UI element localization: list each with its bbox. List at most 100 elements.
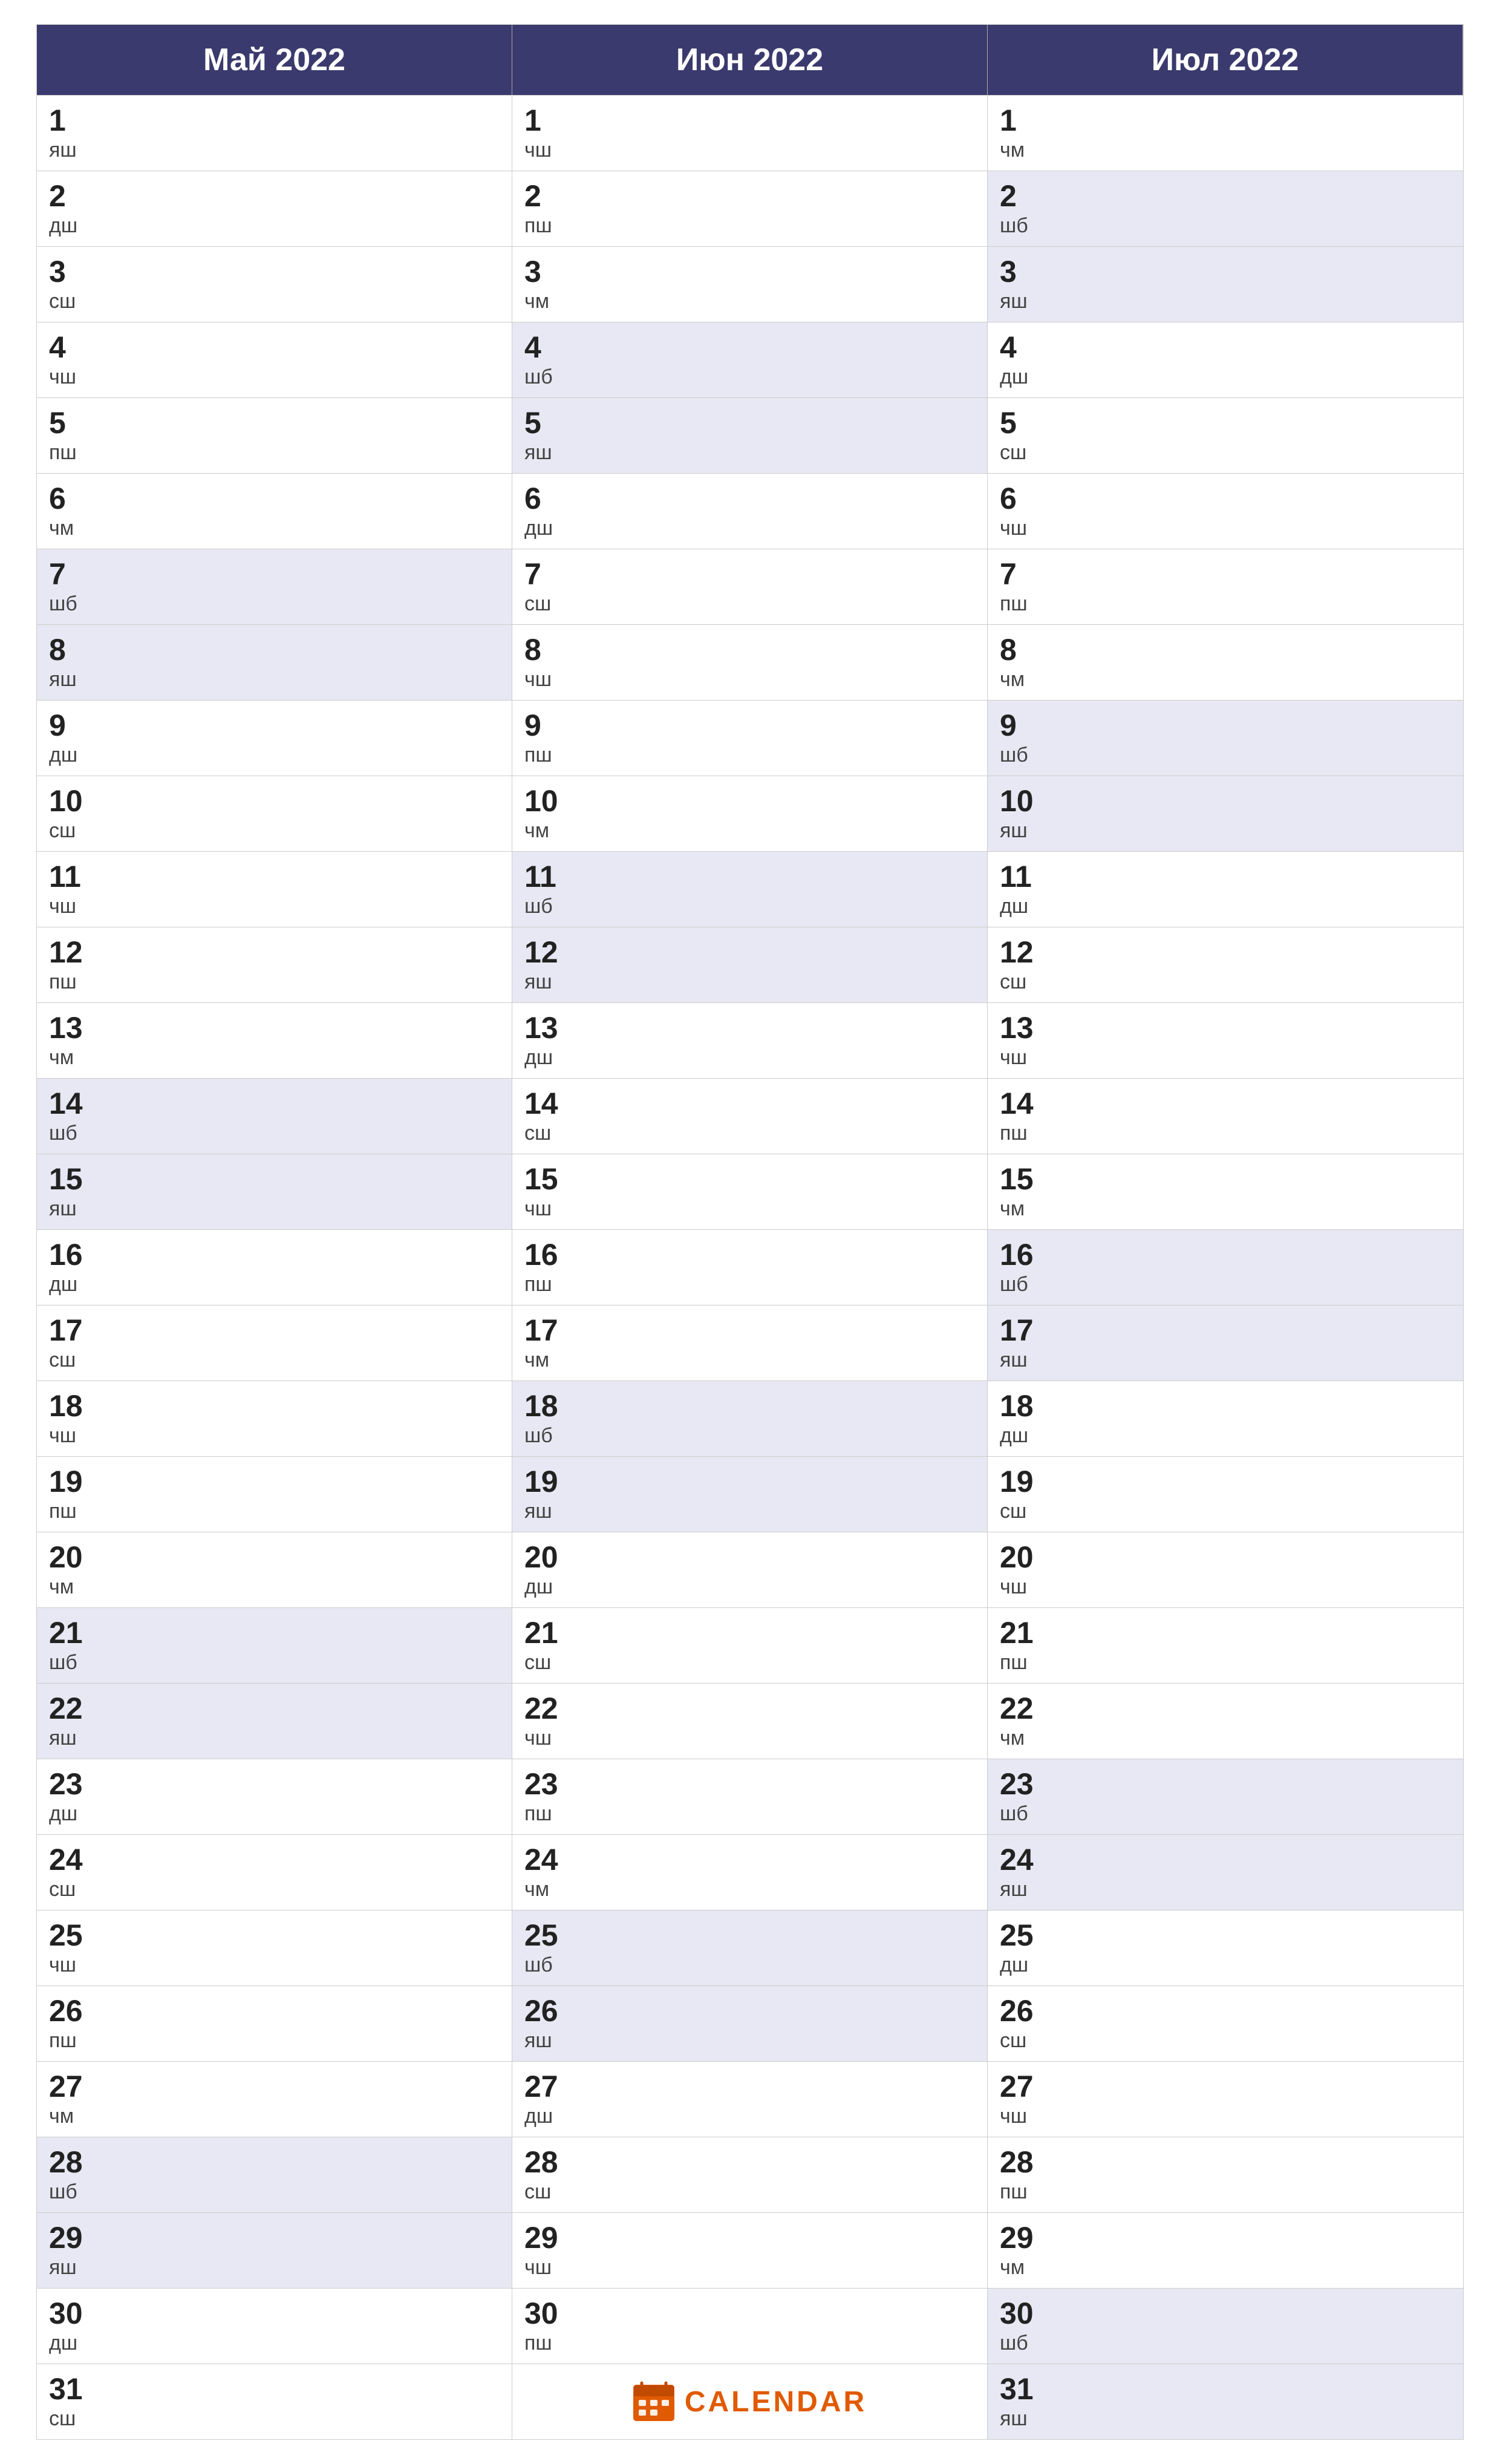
day-label: яш [1000, 290, 1451, 313]
day-cell: 8яш [37, 624, 512, 700]
day-cell: 29чш [512, 2212, 988, 2288]
day-number: 10 [524, 785, 975, 818]
day-label: шб [524, 1953, 975, 1977]
day-cell: 19пш [37, 1456, 512, 1532]
day-cell: 19яш [512, 1456, 988, 1532]
day-number: 26 [49, 1995, 500, 2028]
day-number: 2 [49, 180, 500, 213]
day-cell: 26пш [37, 1985, 512, 2061]
day-label: сш [524, 592, 975, 616]
day-label: чм [524, 290, 975, 313]
day-label: дш [1000, 895, 1451, 918]
day-cell: 17чм [512, 1305, 988, 1381]
day-number: 29 [49, 2221, 500, 2255]
day-label: яш [49, 668, 500, 691]
day-number: 11 [49, 860, 500, 894]
day-label: чш [1000, 2105, 1451, 2128]
day-label: чш [524, 668, 975, 691]
day-number: 6 [1000, 482, 1451, 515]
day-cell: 2пш [512, 171, 988, 246]
day-label: яш [49, 2256, 500, 2279]
day-label: чш [524, 139, 975, 162]
day-cell: 1чш [512, 95, 988, 171]
day-label: сш [1000, 970, 1451, 994]
day-cell: 20чм [37, 1532, 512, 1607]
day-cell: 1чм [988, 95, 1463, 171]
day-label: сш [1000, 441, 1451, 465]
day-cell: 6дш [512, 473, 988, 549]
day-number: 23 [524, 1768, 975, 1801]
day-cell: 15чш [512, 1154, 988, 1229]
day-label: дш [49, 214, 500, 238]
day-label: сш [49, 1878, 500, 1901]
day-label: чш [1000, 1575, 1451, 1599]
day-cell: 9шб [988, 700, 1463, 776]
day-label: шб [49, 1122, 500, 1145]
day-number: 19 [524, 1465, 975, 1498]
day-label: пш [524, 1802, 975, 1826]
day-number: 30 [524, 2297, 975, 2330]
day-number: 7 [49, 558, 500, 591]
day-label: шб [49, 1651, 500, 1675]
day-cell: 16пш [512, 1229, 988, 1305]
day-number: 29 [1000, 2221, 1451, 2255]
day-label: пш [49, 441, 500, 465]
day-number: 6 [49, 482, 500, 515]
day-label: пш [1000, 2180, 1451, 2204]
day-cell: 12яш [512, 927, 988, 1002]
day-cell: 10яш [988, 776, 1463, 851]
day-cell: 28пш [988, 2137, 1463, 2212]
day-cell: 21пш [988, 1607, 1463, 1683]
day-label: чм [1000, 1197, 1451, 1221]
day-number: 11 [524, 860, 975, 894]
day-number: 25 [49, 1919, 500, 1952]
day-label: чм [524, 1348, 975, 1372]
day-label: чм [49, 1046, 500, 1070]
day-number: 24 [524, 1843, 975, 1877]
day-cell: 13чм [37, 1002, 512, 1078]
day-number: 21 [524, 1616, 975, 1650]
day-number: 6 [524, 482, 975, 515]
day-cell: 18чш [37, 1381, 512, 1456]
day-number: 9 [524, 709, 975, 742]
day-label: чм [49, 2105, 500, 2128]
day-number: 14 [524, 1087, 975, 1120]
day-number: 18 [524, 1390, 975, 1423]
day-cell: 5пш [37, 397, 512, 473]
day-cell: 28шб [37, 2137, 512, 2212]
day-label: шб [49, 2180, 500, 2204]
day-number: 17 [49, 1314, 500, 1347]
day-cell: 22чм [988, 1683, 1463, 1759]
day-cell: 30шб [988, 2288, 1463, 2364]
day-label: яш [1000, 819, 1451, 843]
day-number: 28 [524, 2146, 975, 2179]
day-number: 5 [49, 407, 500, 440]
day-cell: 8чм [988, 624, 1463, 700]
day-cell: 3чм [512, 246, 988, 322]
day-cell: 14шб [37, 1078, 512, 1154]
day-cell: 18шб [512, 1381, 988, 1456]
day-label: шб [1000, 1802, 1451, 1826]
day-cell: 16дш [37, 1229, 512, 1305]
day-cell: 8чш [512, 624, 988, 700]
day-number: 18 [49, 1390, 500, 1423]
header-jul: Июл 2022 [988, 25, 1463, 95]
day-number: 1 [1000, 104, 1451, 137]
day-label: чм [1000, 668, 1451, 691]
day-label: чм [49, 1575, 500, 1599]
day-number: 2 [1000, 180, 1451, 213]
day-label: яш [524, 1500, 975, 1523]
day-label: яш [524, 970, 975, 994]
day-label: чм [1000, 2256, 1451, 2279]
calendar-logo-text: CALENDAR [685, 2385, 867, 2419]
day-number: 29 [524, 2221, 975, 2255]
header-may: Май 2022 [37, 25, 512, 95]
day-number: 1 [49, 104, 500, 137]
day-cell: 20чш [988, 1532, 1463, 1607]
day-number: 9 [49, 709, 500, 742]
day-number: 8 [524, 633, 975, 667]
day-label: сш [1000, 1500, 1451, 1523]
day-label: чш [49, 1424, 500, 1448]
day-label: чм [1000, 1727, 1451, 1750]
day-cell: 27дш [512, 2061, 988, 2137]
